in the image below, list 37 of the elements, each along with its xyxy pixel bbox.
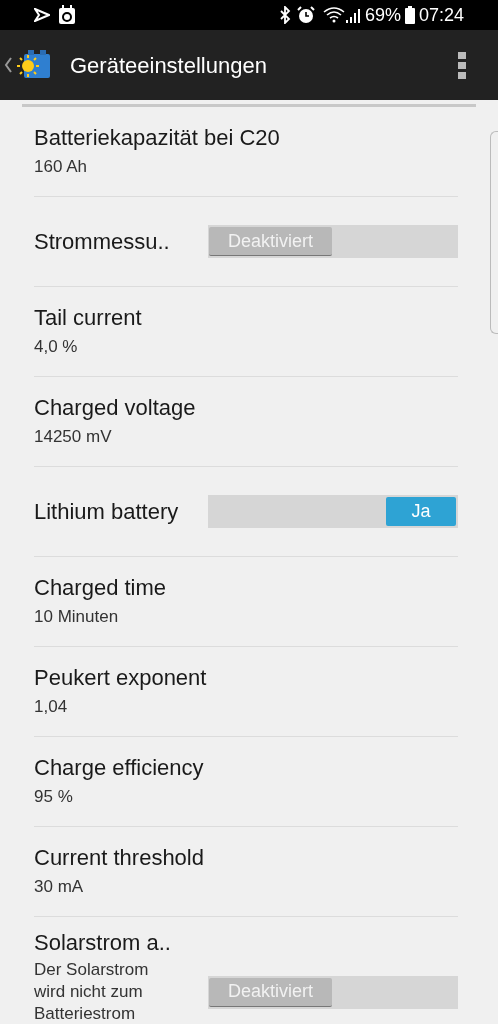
play-icon bbox=[34, 8, 50, 22]
setting-title: Batteriekapazität bei C20 bbox=[34, 123, 281, 152]
setting-title: Peukert exponent bbox=[34, 663, 208, 692]
setting-title: Current threshold bbox=[34, 843, 205, 872]
setting-title: Strommessu.. bbox=[34, 227, 171, 256]
alarm-icon bbox=[296, 6, 315, 24]
scrollbar[interactable] bbox=[490, 131, 498, 334]
setting-value: 10 Minuten bbox=[34, 605, 120, 628]
setting-title: Charged voltage bbox=[34, 393, 197, 422]
battery-icon bbox=[404, 6, 415, 24]
bluetooth-icon bbox=[278, 6, 291, 24]
signal-icon bbox=[344, 7, 361, 23]
setting-value: 4,0 % bbox=[34, 335, 79, 358]
setting-title: Charge efficiency bbox=[34, 753, 205, 782]
calendar-icon bbox=[58, 5, 76, 25]
screen-title: Geräteeinstellungen bbox=[70, 51, 268, 80]
setting-value: 95 % bbox=[34, 785, 74, 808]
setting-value: 30 mA bbox=[34, 875, 85, 898]
setting-title: Solarstrom a.. bbox=[34, 929, 172, 957]
clock-time: 07:24 bbox=[418, 3, 464, 27]
setting-title: Charged time bbox=[34, 573, 168, 602]
wifi-icon bbox=[322, 7, 345, 23]
setting-value: 160 Ah bbox=[34, 155, 88, 178]
toggle-switch[interactable]: Ja bbox=[208, 495, 458, 528]
toggle-thumb: Deaktiviert bbox=[209, 977, 332, 1007]
setting-value: 1,04 bbox=[34, 695, 69, 718]
toggle-switch[interactable]: Deaktiviert bbox=[208, 225, 458, 258]
setting-title: Lithium battery bbox=[34, 497, 180, 526]
setting-title: Tail current bbox=[34, 303, 143, 332]
setting-description: Der Solarstrom wird nicht zum Batteriestrom bbox=[34, 959, 150, 1024]
setting-value: 14250 mV bbox=[34, 425, 113, 448]
more-options-button[interactable] bbox=[456, 51, 468, 79]
toggle-thumb: Ja bbox=[386, 497, 456, 526]
back-icon bbox=[4, 57, 12, 73]
battery-percent: 69% bbox=[364, 3, 401, 27]
toggle-thumb: Deaktiviert bbox=[209, 227, 332, 256]
toggle-switch[interactable]: Deaktiviert bbox=[208, 975, 458, 1009]
